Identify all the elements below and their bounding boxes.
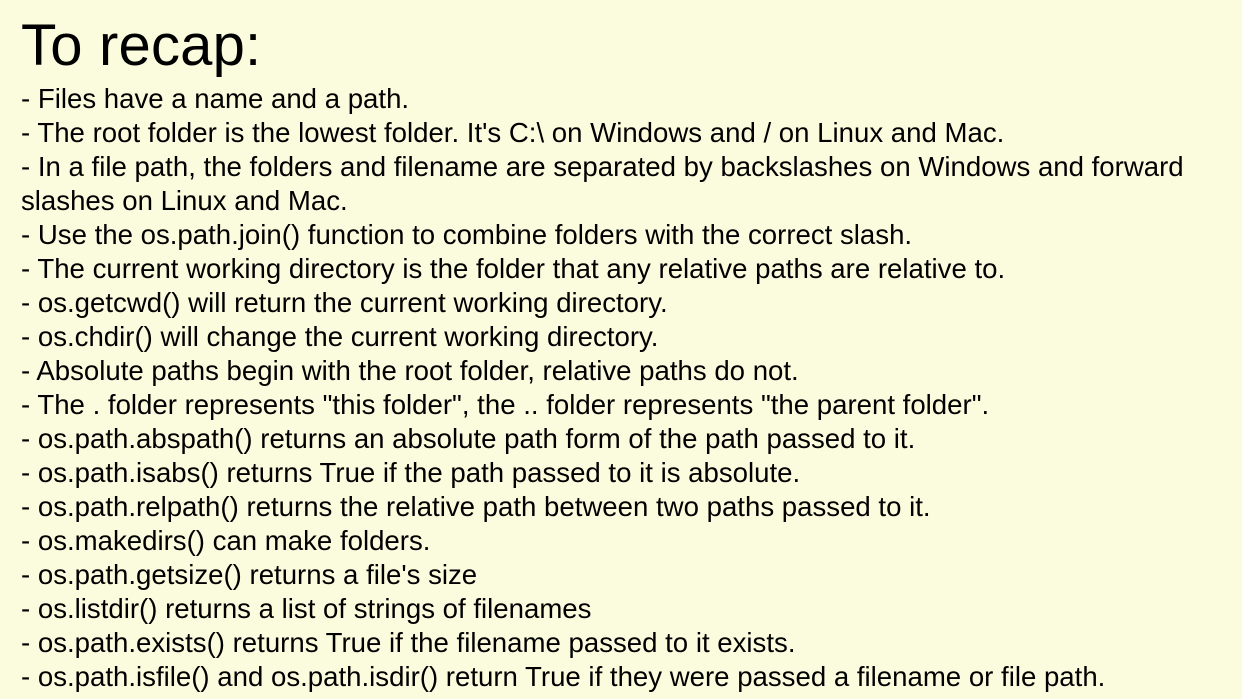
bullet-item: - os.path.exists() returns True if the f… [21,627,796,658]
bullet-item: - The root folder is the lowest folder. … [21,117,1005,148]
bullet-item: - Use the os.path.join() function to com… [21,219,913,250]
bullet-item: - os.path.isabs() returns True if the pa… [21,457,801,488]
bullet-item: - os.path.getsize() returns a file's siz… [21,559,478,590]
bullet-item: - In a file path, the folders and filena… [21,151,1184,216]
slide: To recap: - Files have a name and a path… [0,0,1242,699]
bullet-item: - os.makedirs() can make folders. [21,525,431,556]
bullet-item: - os.chdir() will change the current wor… [21,321,659,352]
slide-title: To recap: [21,13,262,78]
bullet-item: - os.path.relpath() returns the relative… [21,491,931,522]
bullet-item: - os.path.isfile() and os.path.isdir() r… [21,661,1106,692]
bullet-list: - Files have a name and a path. - The ro… [21,82,1242,694]
bullet-item: - Files have a name and a path. [21,83,410,114]
bullet-item: - os.getcwd() will return the current wo… [21,287,668,318]
bullet-item: - The current working directory is the f… [21,253,1006,284]
bullet-item: - os.listdir() returns a list of strings… [21,593,592,624]
bullet-item: - The . folder represents "this folder",… [21,389,990,420]
bullet-item: - Absolute paths begin with the root fol… [21,355,799,386]
bullet-item: - os.path.abspath() returns an absolute … [21,423,916,454]
